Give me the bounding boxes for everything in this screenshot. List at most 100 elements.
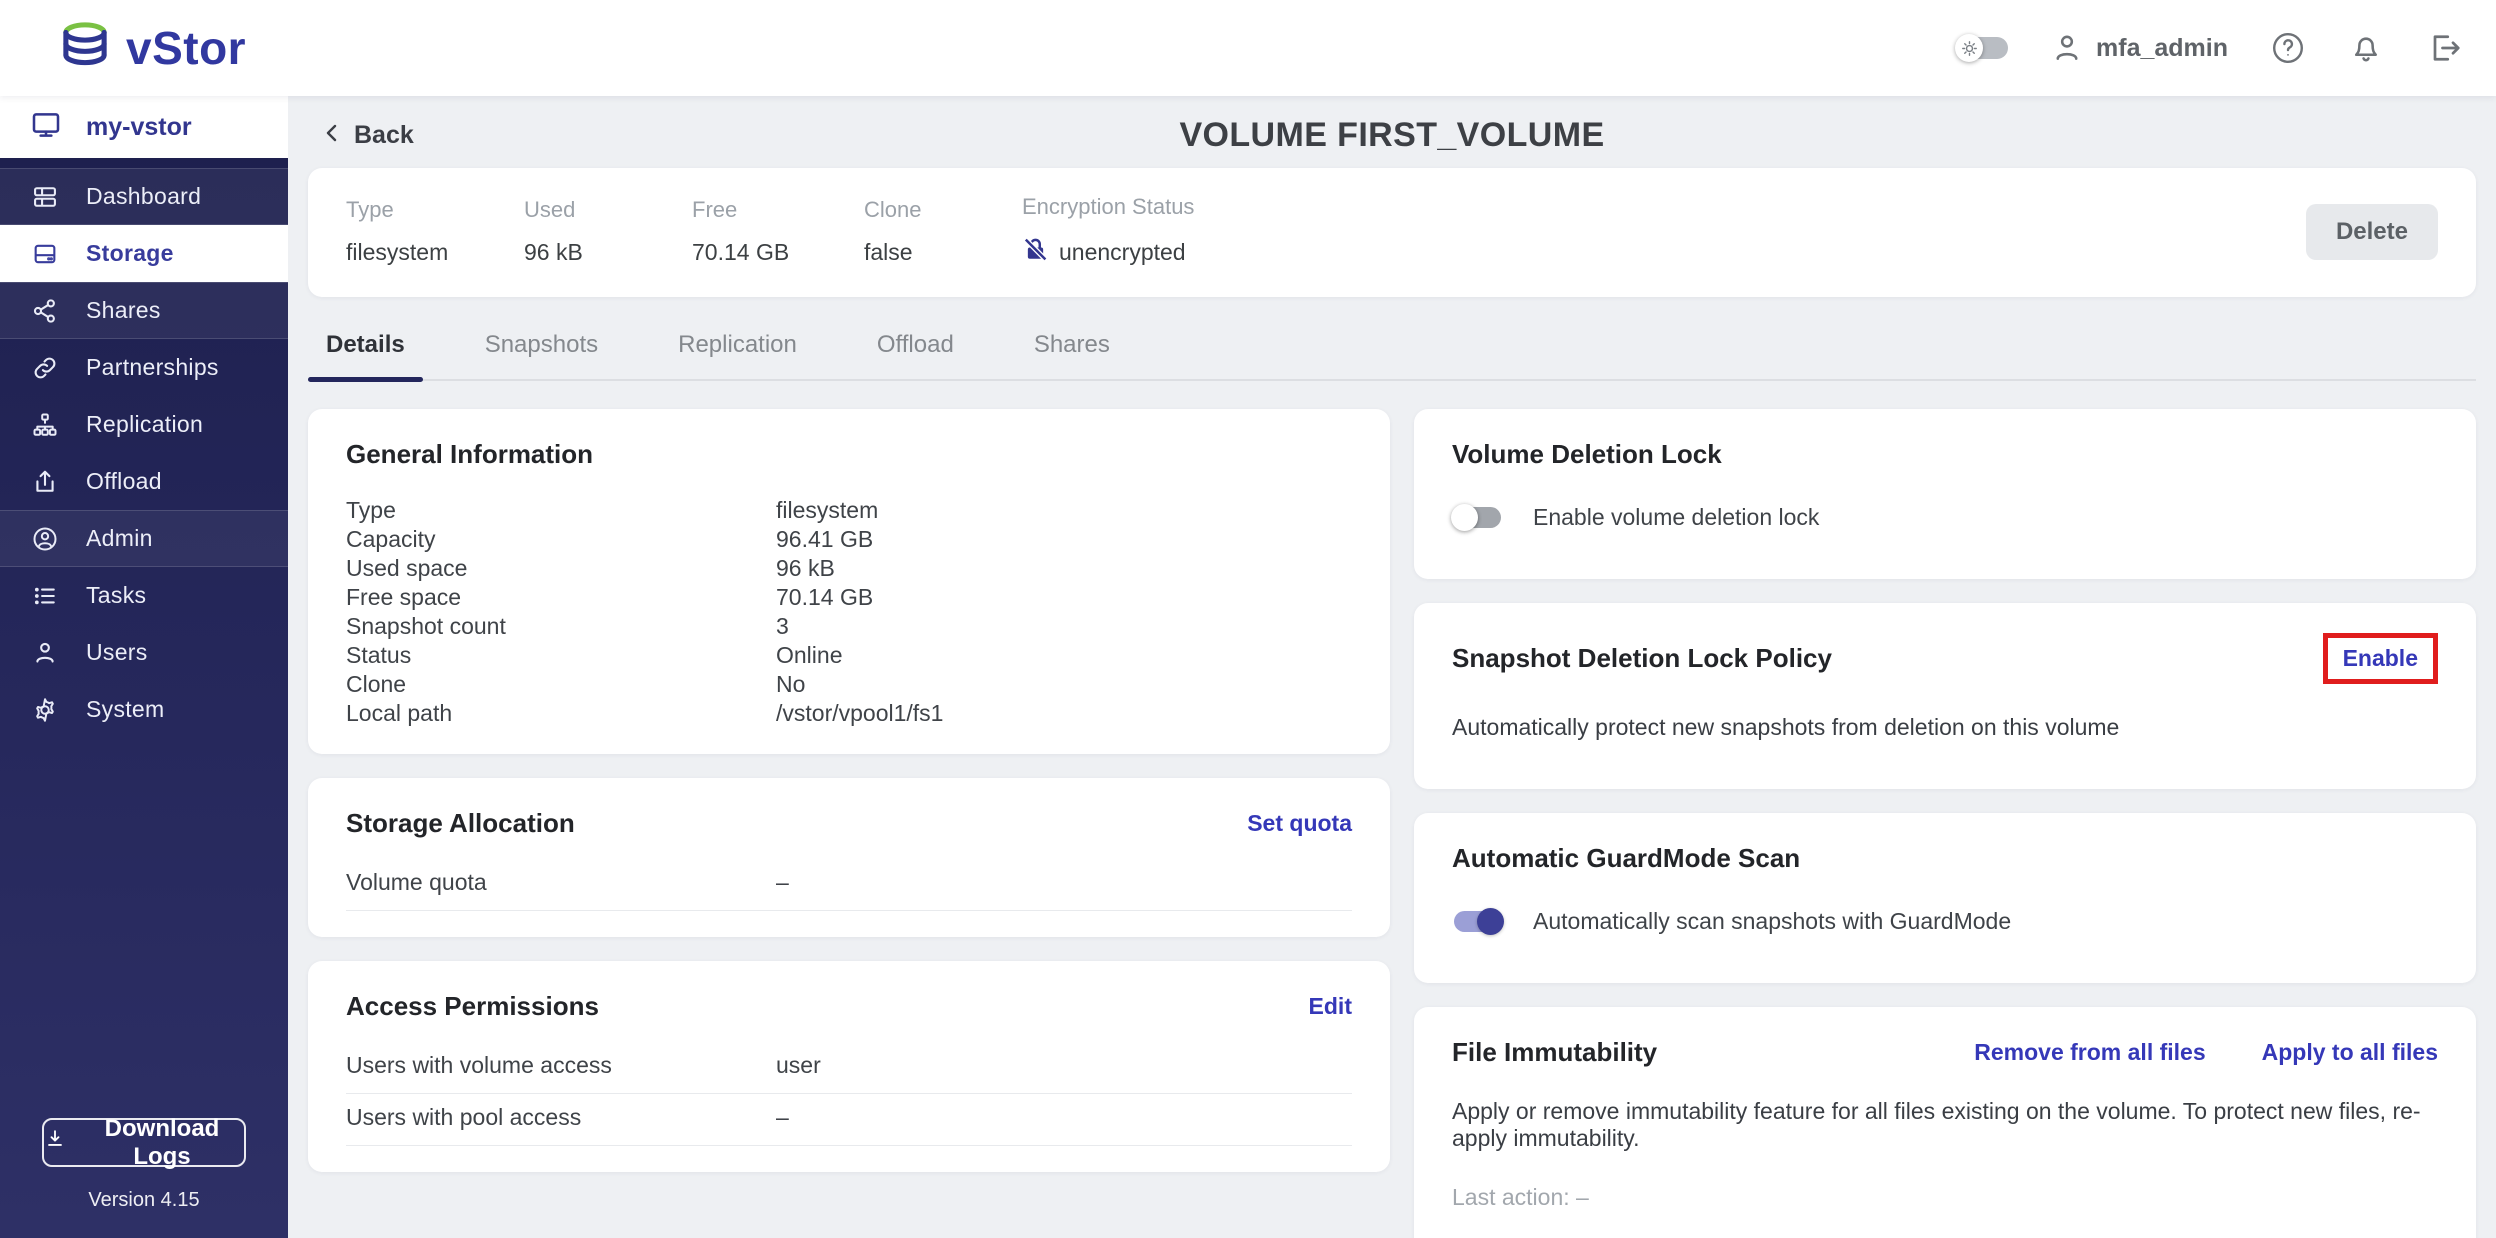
sidebar-item-replication[interactable]: Replication (0, 396, 288, 453)
tab-snapshots[interactable]: Snapshots (481, 321, 602, 379)
sidebar-item-my-vstor[interactable]: my-vstor (0, 96, 288, 158)
sidebar-item-dashboard[interactable]: Dashboard (0, 168, 288, 225)
help-icon[interactable] (2270, 30, 2306, 66)
sidebar-item-users[interactable]: Users (0, 624, 288, 681)
row-label: Snapshot count (346, 613, 506, 639)
card-title: Volume Deletion Lock (1452, 439, 1722, 469)
app-header: vStor mfa_admin (0, 0, 2496, 96)
row-label: Status (346, 642, 412, 668)
summary-value: false (864, 239, 913, 265)
row-label: Capacity (346, 526, 436, 552)
logout-icon[interactable] (2426, 30, 2462, 66)
guardmode-scan-toggle[interactable] (1454, 908, 1504, 935)
info-row: Free space 70.14 GB (346, 583, 1352, 612)
file-immutability-card: File Immutability Remove from all files … (1414, 1007, 2476, 1238)
card-description: Apply or remove immutability feature for… (1452, 1098, 2421, 1151)
card-title: General Information (346, 439, 594, 469)
sidebar-item-label: Storage (86, 240, 174, 266)
sidebar-item-partnerships[interactable]: Partnerships (0, 339, 288, 396)
general-information-rows: Type filesystem Capacity 96.41 GB Used s… (346, 496, 1352, 728)
sidebar-item-system[interactable]: System (0, 681, 288, 738)
monitor-icon (30, 109, 62, 146)
tab-shares[interactable]: Shares (1030, 321, 1114, 379)
sidebar-item-label: Replication (86, 411, 204, 437)
row-label: Free space (346, 584, 462, 610)
snapshot-deletion-lock-policy-card: Snapshot Deletion Lock Policy Enable Aut… (1414, 603, 2476, 789)
sidebar-item-label: System (86, 696, 165, 722)
remove-immutability-link[interactable]: Remove from all files (1974, 1039, 2205, 1066)
download-icon (44, 1128, 66, 1157)
card-description: Automatically protect new snapshots from… (1452, 714, 2120, 740)
row-label: Used space (346, 555, 468, 581)
sidebar-item-admin[interactable]: Admin (0, 510, 288, 567)
set-quota-link[interactable]: Set quota (1247, 810, 1352, 837)
unencrypted-lock-icon (1022, 236, 1049, 269)
tab-replication[interactable]: Replication (674, 321, 801, 379)
list-icon (30, 582, 60, 610)
upload-icon (30, 468, 60, 496)
logo-text: vStor (126, 22, 247, 74)
apply-immutability-link[interactable]: Apply to all files (2262, 1039, 2438, 1066)
main-content: VOLUME FIRST_VOLUME Back Type filesystem… (288, 96, 2496, 1238)
enable-snapshot-lock-link[interactable]: Enable (2343, 645, 2418, 671)
user-menu[interactable]: mfa_admin (2050, 31, 2228, 65)
summary-label: Used (524, 197, 576, 222)
info-row: Clone No (346, 670, 1352, 699)
edit-permissions-link[interactable]: Edit (1309, 993, 1352, 1020)
row-label: Volume quota (346, 869, 487, 895)
info-row: Volume quota – (346, 859, 1352, 911)
row-value: 96 kB (776, 555, 835, 581)
notifications-bell-icon[interactable] (2348, 30, 2384, 66)
access-permissions-rows: Users with volume access user Users with… (346, 1042, 1352, 1146)
info-row: Capacity 96.41 GB (346, 525, 1352, 554)
row-value: 3 (776, 613, 789, 639)
row-value: – (776, 869, 789, 895)
summary-field-type: Type filesystem (346, 197, 524, 266)
admin-icon (30, 525, 60, 553)
tab-details[interactable]: Details (308, 321, 423, 382)
hierarchy-icon (30, 411, 60, 439)
row-value: Online (776, 642, 843, 668)
theme-sun-icon (1955, 34, 1984, 62)
theme-toggle[interactable] (1955, 34, 2009, 62)
volume-deletion-lock-card: Volume Deletion Lock Enable volume delet… (1414, 409, 2476, 579)
summary-field-free: Free 70.14 GB (692, 197, 864, 266)
gear-icon (30, 696, 60, 724)
encryption-status-value: unencrypted (1059, 239, 1186, 265)
delete-volume-button[interactable]: Delete (2305, 203, 2438, 260)
card-title: Snapshot Deletion Lock Policy (1452, 643, 1832, 673)
row-value: No (776, 671, 806, 697)
row-label: Local path (346, 700, 453, 726)
sidebar-item-storage[interactable]: Storage (0, 225, 288, 282)
info-row: Type filesystem (346, 496, 1352, 525)
tab-offload[interactable]: Offload (873, 321, 958, 379)
dashboard-icon (30, 183, 60, 211)
storage-icon (30, 240, 60, 268)
sidebar-item-tasks[interactable]: Tasks (0, 567, 288, 624)
sidebar-item-label: Partnerships (86, 354, 219, 380)
summary-label: Encryption Status (1022, 194, 1195, 219)
automatic-guardmode-scan-card: Automatic GuardMode Scan Automatically s… (1414, 813, 2476, 983)
sidebar-item-label: Users (86, 639, 148, 665)
general-information-card: General Information Type filesystem Capa… (308, 409, 1390, 754)
summary-value: 96 kB (524, 239, 583, 265)
card-title: File Immutability (1452, 1037, 1658, 1067)
card-title: Automatic GuardMode Scan (1452, 843, 1801, 873)
sidebar-item-shares[interactable]: Shares (0, 282, 288, 339)
share-icon (30, 297, 60, 325)
sidebar-item-label: Offload (86, 468, 162, 494)
summary-value: 70.14 GB (692, 239, 790, 265)
row-label: Users with volume access (346, 1052, 612, 1078)
download-logs-button[interactable]: Download Logs (42, 1115, 246, 1170)
user-name: mfa_admin (2096, 33, 2228, 62)
sidebar-item-label: Admin (86, 525, 153, 551)
sidebar-item-offload[interactable]: Offload (0, 453, 288, 510)
volume-deletion-lock-toggle[interactable] (1451, 504, 1501, 531)
row-label: Clone (346, 671, 407, 697)
row-value: 96.41 GB (776, 526, 874, 552)
row-value: – (776, 1104, 789, 1130)
row-label: Type (346, 497, 396, 523)
users-icon (30, 639, 60, 667)
summary-label: Clone (864, 197, 922, 222)
last-action-label: Last action: – (1452, 1184, 1589, 1210)
